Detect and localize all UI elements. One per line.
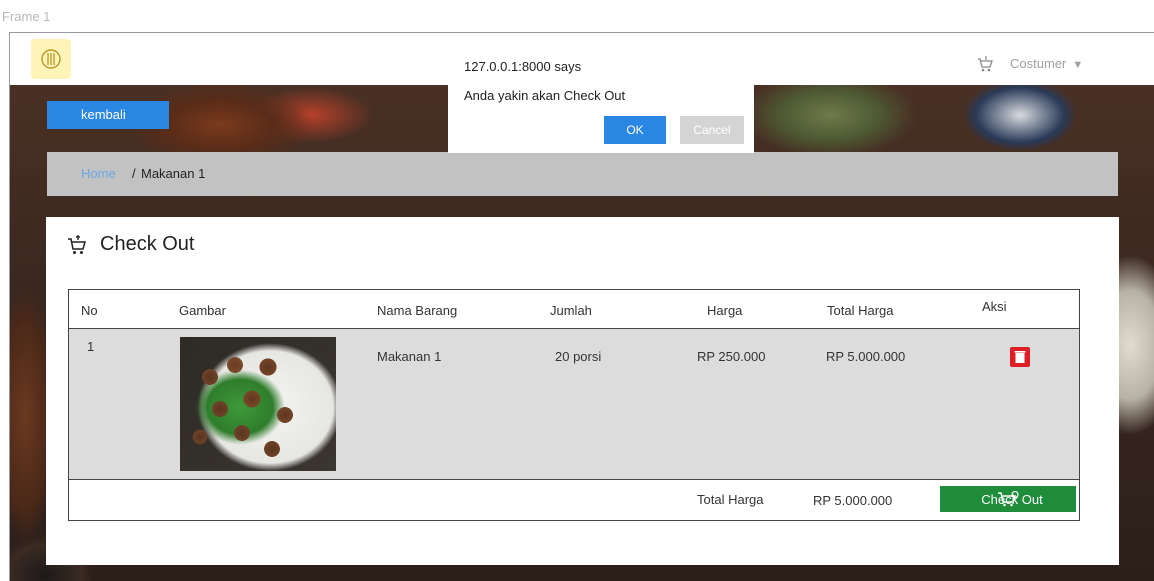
dialog-message: Anda yakin akan Check Out	[464, 88, 626, 103]
app-frame: Costumer ▼ kembali Home / Makanan 1 Check…	[9, 32, 1154, 581]
checkout-button[interactable]: Check Out	[940, 486, 1076, 512]
checkout-table: No Gambar Nama Barang Jumlah Harga Total…	[68, 289, 1080, 521]
table-row: 1 Makanan 1 20 porsi RP 250.000 RP 5.000…	[69, 329, 1079, 480]
confirm-dialog: 127.0.0.1:8000 says Anda yakin akan Chec…	[448, 47, 754, 153]
user-menu-label: Costumer	[1010, 56, 1067, 71]
column-header-gambar: Gambar	[179, 303, 226, 318]
page-title-text: Check Out	[100, 233, 195, 255]
table-header: No Gambar Nama Barang Jumlah Harga Total…	[69, 290, 1079, 329]
cell-total-harga: RP 5.000.000	[826, 349, 906, 364]
breadcrumb-home-link[interactable]: Home	[81, 152, 116, 196]
checkout-panel: Check Out No Gambar Nama Barang Jumlah H…	[46, 217, 1119, 565]
column-header-aksi: Aksi	[982, 299, 1007, 314]
ok-button[interactable]: OK	[604, 116, 666, 144]
column-header-no: No	[81, 303, 98, 318]
column-header-jumlah: Jumlah	[550, 303, 592, 318]
breadcrumb: Home / Makanan 1	[47, 152, 1118, 196]
cell-no: 1	[87, 339, 95, 354]
column-header-nama-barang: Nama Barang	[377, 303, 458, 318]
footer-total-value: RP 5.000.000	[813, 493, 893, 508]
frame-label: Frame 1	[2, 9, 51, 24]
back-button[interactable]: kembali	[47, 101, 169, 129]
app-logo[interactable]	[31, 39, 71, 79]
user-dropdown[interactable]: Costumer ▼	[1010, 56, 1083, 71]
cell-jumlah: 20 porsi	[555, 349, 602, 364]
breadcrumb-separator: /	[132, 166, 136, 181]
cell-nama-barang: Makanan 1	[377, 349, 442, 364]
column-header-harga: Harga	[707, 303, 743, 318]
chevron-down-icon: ▼	[1072, 59, 1084, 71]
table-footer: Total Harga RP 5.000.000 Check Out	[69, 480, 1079, 520]
product-image	[180, 337, 336, 471]
page-title: Check Out	[66, 233, 194, 256]
breadcrumb-current: Makanan 1	[141, 166, 206, 181]
dialog-title: 127.0.0.1:8000 says	[464, 59, 582, 74]
column-header-total-harga: Total Harga	[827, 303, 894, 318]
cancel-button[interactable]: Cancel	[680, 116, 744, 144]
trash-icon	[1014, 351, 1026, 363]
cell-harga: RP 250.000	[697, 349, 766, 364]
logo-icon	[41, 49, 61, 69]
delete-button[interactable]	[1010, 347, 1030, 367]
footer-total-label: Total Harga	[697, 492, 764, 507]
checkout-button-label: Check Out	[981, 491, 1043, 507]
cart-icon	[68, 234, 86, 254]
cart-icon[interactable]	[976, 55, 994, 78]
